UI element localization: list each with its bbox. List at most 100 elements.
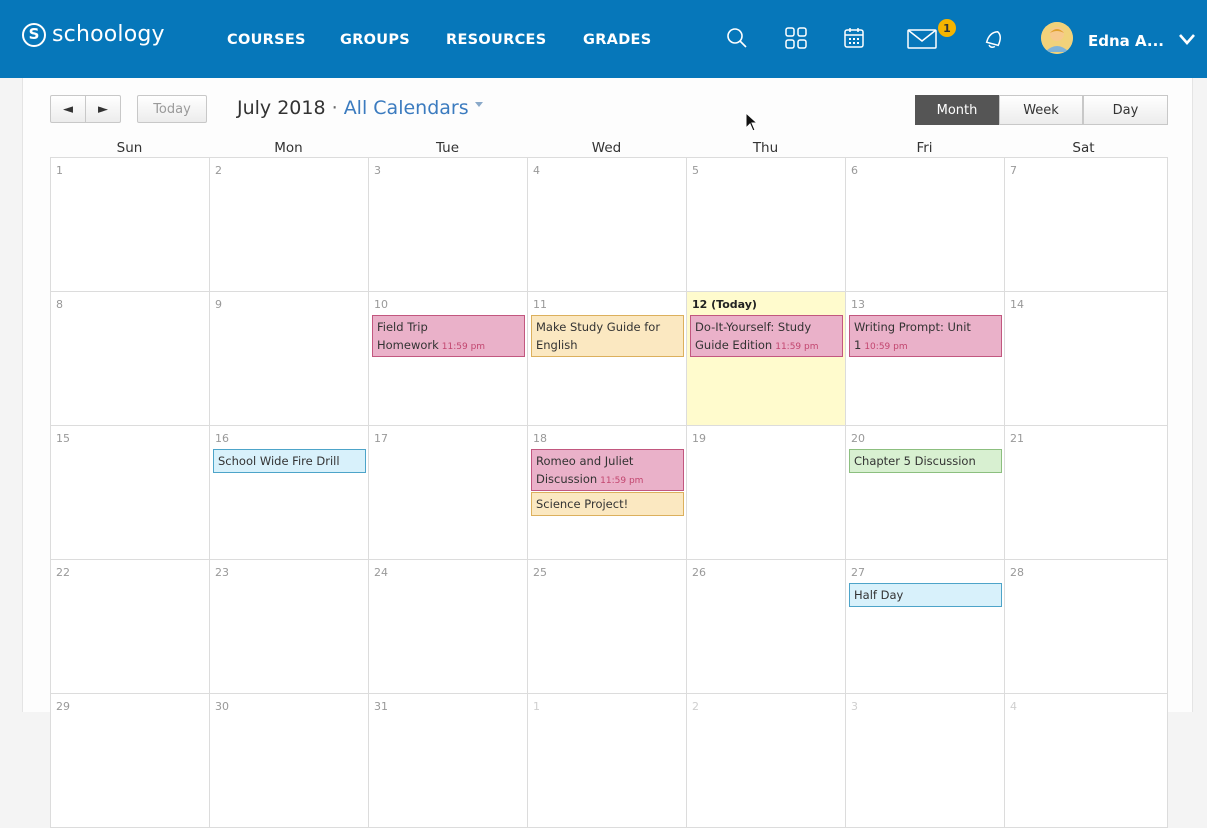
day-cell[interactable]: 6 bbox=[845, 157, 1005, 292]
day-cell-today[interactable]: 12 (Today) Do-It-Yourself: Study Guide E… bbox=[686, 291, 846, 426]
apps-grid-icon[interactable] bbox=[782, 24, 810, 52]
nav-groups[interactable]: GROUPS bbox=[340, 32, 410, 48]
day-cell[interactable]: 21 bbox=[1004, 425, 1168, 560]
day-number: 29 bbox=[56, 700, 70, 713]
day-cell[interactable]: 2 bbox=[209, 157, 369, 292]
mouse-cursor-icon bbox=[745, 111, 759, 136]
day-number: 2 bbox=[215, 164, 222, 177]
day-cell[interactable]: 20 Chapter 5 Discussion bbox=[845, 425, 1005, 560]
day-number: 18 bbox=[533, 432, 547, 445]
day-cell[interactable]: 10 Field Trip Homework 11:59 pm bbox=[368, 291, 528, 426]
day-number: 2 bbox=[692, 700, 699, 713]
week-row: 22 23 24 25 26 27 Half Day 28 bbox=[50, 559, 1168, 694]
event-make-study-guide[interactable]: Make Study Guide for English bbox=[531, 315, 684, 357]
weekday-header: Wed bbox=[591, 140, 622, 156]
day-cell[interactable]: 22 bbox=[50, 559, 210, 694]
day-cell[interactable]: 23 bbox=[209, 559, 369, 694]
nav-grades[interactable]: GRADES bbox=[583, 32, 651, 48]
event-title: Half Day bbox=[854, 588, 904, 602]
day-number: 24 bbox=[374, 566, 388, 579]
event-do-it-yourself[interactable]: Do-It-Yourself: Study Guide Edition 11:59… bbox=[690, 315, 843, 357]
weekday-header: Tue bbox=[435, 140, 460, 156]
month-grid: 1 2 3 4 5 6 7 8 9 10 Field Trip Homework… bbox=[50, 157, 1168, 828]
day-number: 27 bbox=[851, 566, 865, 579]
day-cell[interactable]: 13 Writing Prompt: Unit 1 10:59 pm bbox=[845, 291, 1005, 426]
day-cell[interactable]: 25 bbox=[527, 559, 687, 694]
event-time: 10:59 pm bbox=[864, 342, 908, 352]
bell-icon[interactable] bbox=[980, 24, 1008, 52]
day-cell[interactable]: 26 bbox=[686, 559, 846, 694]
day-cell[interactable]: 16 School Wide Fire Drill bbox=[209, 425, 369, 560]
day-cell[interactable]: 5 bbox=[686, 157, 846, 292]
day-cell[interactable]: 24 bbox=[368, 559, 528, 694]
next-month-button[interactable]: ► bbox=[85, 95, 121, 123]
user-name[interactable]: Edna A... bbox=[1088, 32, 1164, 50]
day-cell[interactable]: 8 bbox=[50, 291, 210, 426]
event-time: 11:59 pm bbox=[600, 476, 644, 486]
week-row: 8 9 10 Field Trip Homework 11:59 pm 11 Ma… bbox=[50, 291, 1168, 426]
day-cell[interactable]: 18 Romeo and Juliet Discussion 11:59 pm S… bbox=[527, 425, 687, 560]
day-number: 21 bbox=[1010, 432, 1024, 445]
day-cell[interactable]: 1 bbox=[50, 157, 210, 292]
calendar-panel: ◄ ► Today July 2018 · All Calendars Mont… bbox=[22, 78, 1193, 828]
calendar-select[interactable]: All Calendars bbox=[344, 97, 483, 119]
event-field-trip-homework[interactable]: Field Trip Homework 11:59 pm bbox=[372, 315, 525, 357]
day-number: 26 bbox=[692, 566, 706, 579]
calendar-title: July 2018 · All Calendars bbox=[237, 97, 483, 119]
event-romeo-and-juliet[interactable]: Romeo and Juliet Discussion 11:59 pm bbox=[531, 449, 684, 491]
mail-icon[interactable] bbox=[905, 24, 939, 52]
day-number: 1 bbox=[533, 700, 540, 713]
event-science-project[interactable]: Science Project! bbox=[531, 492, 684, 516]
nav-courses[interactable]: COURSES bbox=[227, 32, 306, 48]
day-cell[interactable]: 15 bbox=[50, 425, 210, 560]
user-avatar[interactable] bbox=[1041, 22, 1073, 54]
day-cell[interactable]: 28 bbox=[1004, 559, 1168, 694]
top-nav: S schoology COURSES GROUPS RESOURCES GRA… bbox=[0, 0, 1207, 78]
day-cell[interactable]: 30 bbox=[209, 693, 369, 828]
day-cell[interactable]: 14 bbox=[1004, 291, 1168, 426]
event-writing-prompt[interactable]: Writing Prompt: Unit 1 10:59 pm bbox=[849, 315, 1002, 357]
day-number: 11 bbox=[533, 298, 547, 311]
calendar-icon[interactable] bbox=[840, 24, 868, 52]
mail-badge: 1 bbox=[937, 18, 957, 38]
day-number: 31 bbox=[374, 700, 388, 713]
day-cell[interactable]: 9 bbox=[209, 291, 369, 426]
event-chapter-5-discussion[interactable]: Chapter 5 Discussion bbox=[849, 449, 1002, 473]
day-number: 4 bbox=[1010, 700, 1017, 713]
schoology-logo[interactable]: S schoology bbox=[22, 22, 165, 47]
day-number: 4 bbox=[533, 164, 540, 177]
day-cell[interactable]: 7 bbox=[1004, 157, 1168, 292]
day-cell[interactable]: 27 Half Day bbox=[845, 559, 1005, 694]
prev-month-button[interactable]: ◄ bbox=[50, 95, 86, 123]
event-half-day[interactable]: Half Day bbox=[849, 583, 1002, 607]
logo-text: schoology bbox=[52, 22, 165, 47]
view-week-button[interactable]: Week bbox=[999, 95, 1083, 125]
chevron-down-icon[interactable] bbox=[1176, 28, 1198, 50]
nav-resources[interactable]: RESOURCES bbox=[446, 32, 546, 48]
day-cell[interactable]: 19 bbox=[686, 425, 846, 560]
day-cell[interactable]: 17 bbox=[368, 425, 528, 560]
day-cell[interactable]: 31 bbox=[368, 693, 528, 828]
day-cell[interactable]: 4 bbox=[1004, 693, 1168, 828]
day-cell[interactable]: 3 bbox=[845, 693, 1005, 828]
day-cell[interactable]: 11 Make Study Guide for English bbox=[527, 291, 687, 426]
day-cell[interactable]: 2 bbox=[686, 693, 846, 828]
day-number: 3 bbox=[851, 700, 858, 713]
caret-down-icon bbox=[474, 102, 483, 107]
view-month-button[interactable]: Month bbox=[915, 95, 999, 125]
event-title: Field Trip Homework bbox=[377, 320, 439, 352]
calendar-select-label: All Calendars bbox=[343, 97, 469, 119]
day-cell[interactable]: 3 bbox=[368, 157, 528, 292]
week-row: 15 16 School Wide Fire Drill 17 18 Romeo… bbox=[50, 425, 1168, 560]
day-cell[interactable]: 4 bbox=[527, 157, 687, 292]
today-button[interactable]: Today bbox=[137, 95, 207, 123]
day-number: 19 bbox=[692, 432, 706, 445]
view-day-button[interactable]: Day bbox=[1083, 95, 1168, 125]
event-school-wide-fire-drill[interactable]: School Wide Fire Drill bbox=[213, 449, 366, 473]
day-number: 1 bbox=[56, 164, 63, 177]
day-cell[interactable]: 1 bbox=[527, 693, 687, 828]
search-icon[interactable] bbox=[723, 24, 751, 52]
day-cell[interactable]: 29 bbox=[50, 693, 210, 828]
month-year-label: July 2018 bbox=[237, 97, 326, 119]
logo-mark: S bbox=[22, 22, 46, 47]
